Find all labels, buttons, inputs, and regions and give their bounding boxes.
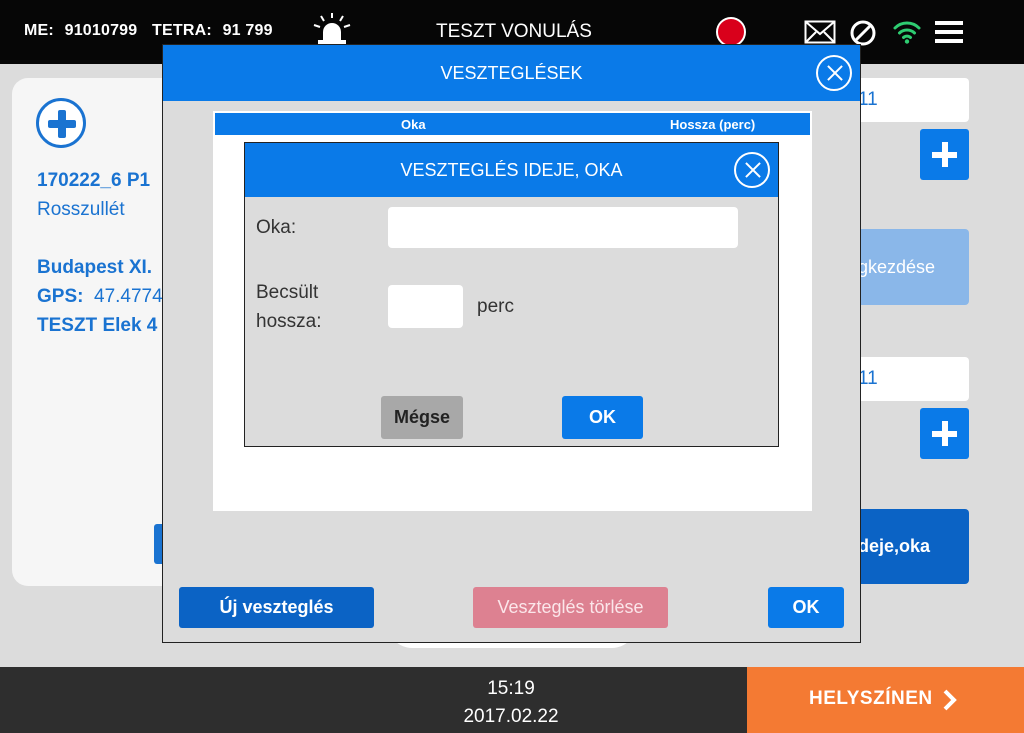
on-site-button[interactable]: HELYSZÍNEN: [747, 667, 1024, 733]
medical-cross-icon: [36, 98, 86, 148]
delay-reason-button-label: deje,oka: [858, 536, 931, 556]
ok-button[interactable]: OK: [562, 396, 643, 439]
add-button-1[interactable]: [920, 129, 969, 180]
cancel-button[interactable]: Mégse: [381, 396, 463, 439]
me-label: ME:: [24, 22, 54, 39]
siren-icon[interactable]: [312, 12, 352, 46]
wifi-icon[interactable]: [892, 19, 922, 45]
menu-icon[interactable]: [935, 21, 963, 43]
gps-label: GPS:: [37, 286, 84, 307]
column-reason: Oka: [401, 117, 426, 132]
delay-detail-dialog: VESZTEGLÉS IDEJE, OKA Oka: Becsült hossz…: [244, 142, 779, 447]
delay-reason-button[interactable]: deje,oka: [846, 509, 969, 584]
column-duration: Hossza (perc): [670, 117, 756, 132]
delay-detail-title: VESZTEGLÉS IDEJE, OKA: [400, 160, 623, 180]
case-id: 170222_6 P1: [37, 170, 151, 191]
start-button[interactable]: gkezdése: [846, 229, 969, 305]
gps-value: 47.4774: [94, 286, 163, 307]
delays-dialog-title: VESZTEGLÉSEK: [440, 63, 583, 83]
duration-label-line-2: hossza:: [256, 311, 322, 332]
case-address: Budapest XI.: [37, 257, 153, 278]
chevron-right-icon: [943, 689, 957, 711]
delay-detail-header: VESZTEGLÉS IDEJE, OKA: [245, 143, 778, 197]
reason-input[interactable]: [388, 207, 738, 248]
on-site-label: HELYSZÍNEN: [809, 688, 933, 709]
me-value: 91010799: [64, 22, 138, 39]
start-button-label: gkezdése: [858, 257, 936, 277]
block-icon[interactable]: [849, 19, 877, 47]
reason-label: Oka:: [256, 217, 297, 238]
page-title: TESZT VONULÁS: [436, 21, 592, 42]
right-field-2[interactable]: 11: [846, 357, 969, 401]
delays-dialog-header: VESZTEGLÉSEK: [163, 45, 860, 101]
unit-ids: ME: 91010799 TETRA: 91 799: [24, 22, 279, 40]
delays-ok-button[interactable]: OK: [768, 587, 844, 628]
case-type: Rosszullét: [37, 199, 125, 220]
time: 15:19: [487, 678, 535, 699]
mail-icon[interactable]: [804, 20, 836, 44]
duration-label-line-1: Becsült: [256, 282, 319, 303]
delete-delay-button[interactable]: Veszteglés törlése: [473, 587, 668, 628]
case-person: TESZT Elek 4: [37, 315, 158, 336]
record-indicator[interactable]: [716, 17, 746, 47]
duration-input[interactable]: [388, 285, 463, 328]
duration-unit: perc: [477, 296, 514, 317]
add-button-2[interactable]: [920, 408, 969, 459]
new-delay-button[interactable]: Új veszteglés: [179, 587, 374, 628]
case-gps: GPS: 47.4774: [37, 286, 163, 308]
tetra-label: TETRA:: [152, 22, 212, 39]
table-header: Oka Hossza (perc): [215, 113, 810, 135]
duration-label: Becsült hossza:: [256, 278, 321, 336]
tetra-value: 91 799: [222, 22, 273, 39]
close-icon[interactable]: [734, 152, 770, 188]
close-icon[interactable]: [816, 55, 852, 91]
clock: 15:19 2017.02.22: [436, 675, 586, 731]
bottom-bar: 15:19 2017.02.22 HELYSZÍNEN: [0, 667, 1024, 733]
date: 2017.02.22: [463, 706, 559, 727]
right-field-1[interactable]: 11: [846, 78, 969, 122]
